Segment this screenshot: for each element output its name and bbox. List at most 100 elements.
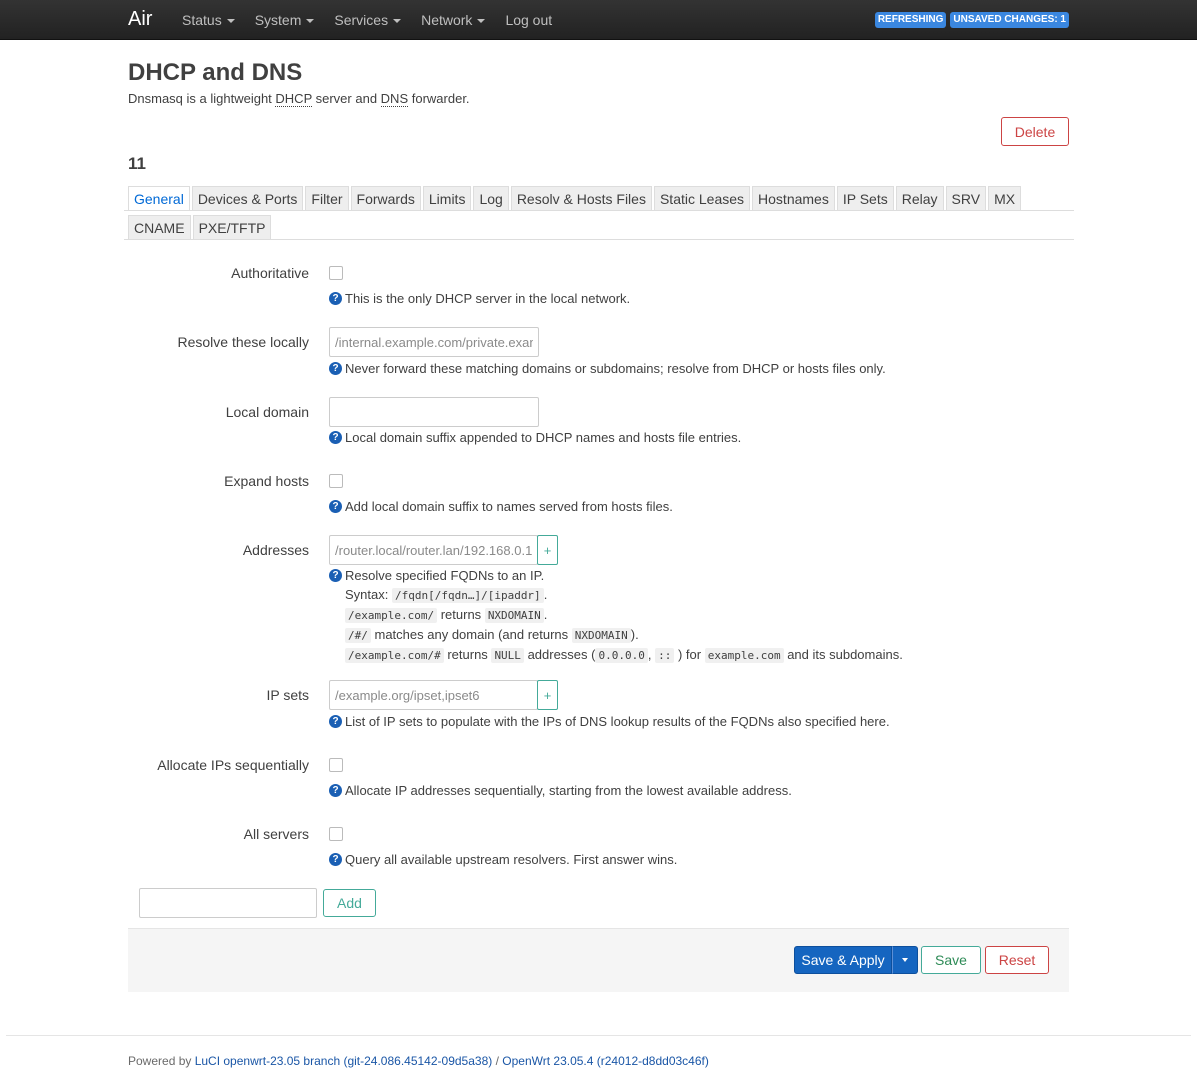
chevron-down-icon bbox=[226, 19, 235, 23]
local-domain-help: ? Local domain suffix appended to DHCP na… bbox=[329, 429, 741, 447]
help-icon: ? bbox=[329, 715, 342, 728]
desc-text: Dnsmasq is a lightweight bbox=[128, 91, 276, 106]
tab-static-leases[interactable]: Static Leases bbox=[653, 186, 751, 211]
all-servers-checkbox[interactable] bbox=[329, 827, 343, 841]
tab-hostnames[interactable]: Hostnames bbox=[752, 186, 835, 211]
tab-bar-row2: CNAME PXE/TFTP bbox=[128, 215, 272, 241]
section-title: 11 bbox=[128, 154, 146, 173]
unsaved-changes-badge[interactable]: UNSAVED CHANGES: 1 bbox=[950, 12, 1069, 28]
ipsets-input[interactable] bbox=[329, 680, 538, 710]
help-icon: ? bbox=[329, 292, 342, 305]
tab-mx[interactable]: MX bbox=[988, 186, 1022, 211]
chevron-down-icon bbox=[477, 19, 486, 23]
brand-logo[interactable]: Air bbox=[128, 6, 152, 32]
example-code: /example.com/ bbox=[345, 608, 438, 623]
help-text: Local domain suffix appended to DHCP nam… bbox=[345, 430, 742, 445]
help-text: Allocate IP addresses sequentially, star… bbox=[345, 783, 792, 798]
delete-button[interactable]: Delete bbox=[1001, 117, 1069, 146]
menu-system[interactable]: System bbox=[245, 0, 325, 40]
ipsets-add-button[interactable]: + bbox=[537, 680, 558, 710]
resolve-locally-input[interactable] bbox=[329, 327, 539, 357]
help-text: List of IP sets to populate with the IPs… bbox=[345, 714, 890, 729]
example-line: /example.com/# returns NULL addresses (0… bbox=[345, 645, 903, 665]
tab-log[interactable]: Log bbox=[473, 186, 509, 211]
addresses-help: ? Resolve specified FQDNs to an IP. bbox=[329, 567, 544, 585]
page-title: DHCP and DNS bbox=[128, 59, 303, 86]
tab-pxe-tftp[interactable]: PXE/TFTP bbox=[192, 215, 272, 240]
syntax-code: /fqdn[/fqdn…]/[ipaddr] bbox=[391, 588, 544, 603]
tab-forwards[interactable]: Forwards bbox=[350, 186, 421, 211]
syntax-label: Syntax: bbox=[345, 587, 389, 602]
ipsets-help: ? List of IP sets to populate with the IP… bbox=[329, 713, 890, 731]
expand-hosts-label: Expand hosts bbox=[224, 473, 309, 489]
all-servers-label: All servers bbox=[243, 826, 309, 842]
syntax-line: Syntax: /fqdn[/fqdn…]/[ipaddr]. bbox=[345, 585, 903, 605]
example-code: example.com bbox=[704, 648, 784, 663]
all-servers-help: ? Query all available upstream resolvers.… bbox=[329, 851, 677, 869]
footer-divider bbox=[6, 1035, 1191, 1036]
authoritative-help: ? This is the only DHCP server in the loc… bbox=[329, 290, 630, 308]
help-text: Query all available upstream resolvers. … bbox=[345, 852, 678, 867]
tab-ip-sets[interactable]: IP Sets bbox=[836, 186, 894, 211]
expand-hosts-help: ? Add local domain suffix to names served… bbox=[329, 498, 673, 516]
syntax-end: . bbox=[543, 587, 548, 602]
new-section-name-input[interactable] bbox=[139, 888, 317, 918]
sequential-ip-checkbox[interactable] bbox=[329, 758, 343, 772]
example-line: /example.com/ returns NXDOMAIN. bbox=[345, 605, 903, 625]
tab-srv[interactable]: SRV bbox=[945, 186, 987, 211]
refreshing-badge[interactable]: REFRESHING bbox=[874, 12, 947, 28]
example-text: returns bbox=[440, 607, 482, 622]
menu-services-label: Services bbox=[334, 12, 389, 28]
example-code: /#/ bbox=[345, 628, 371, 643]
status-indicators: REFRESHING UNSAVED CHANGES: 1 bbox=[874, 12, 1069, 28]
save-button[interactable]: Save bbox=[921, 946, 981, 974]
footer-text: / bbox=[492, 1054, 503, 1068]
menu-network[interactable]: Network bbox=[411, 0, 495, 40]
save-apply-button[interactable]: Save & Apply bbox=[794, 946, 892, 974]
desc-text: forwarder. bbox=[408, 91, 470, 106]
tab-bar: General Devices & Ports Filter Forwards … bbox=[128, 186, 1022, 212]
menu-status[interactable]: Status bbox=[172, 0, 245, 40]
addresses-add-button[interactable]: + bbox=[537, 535, 558, 565]
menu-status-label: Status bbox=[182, 12, 222, 28]
chevron-down-icon bbox=[902, 958, 908, 962]
openwrt-link[interactable]: OpenWrt 23.05.4 (r24012-d8dd03c46f) bbox=[502, 1054, 709, 1068]
menu-system-label: System bbox=[254, 12, 302, 28]
help-text: Never forward these matching domains or … bbox=[345, 361, 886, 376]
tab-cname[interactable]: CNAME bbox=[128, 215, 191, 240]
tab-limits[interactable]: Limits bbox=[422, 186, 472, 211]
resolve-locally-label: Resolve these locally bbox=[177, 334, 309, 350]
authoritative-label: Authoritative bbox=[231, 265, 309, 281]
example-text: returns bbox=[447, 647, 488, 662]
footer: Powered by LuCI openwrt-23.05 branch (gi… bbox=[128, 1054, 709, 1068]
example-text: addresses ( bbox=[527, 647, 596, 662]
tab-relay[interactable]: Relay bbox=[895, 186, 944, 211]
tab-filter[interactable]: Filter bbox=[305, 186, 349, 211]
abbr-dns: DNS bbox=[380, 91, 409, 107]
reset-button[interactable]: Reset bbox=[985, 946, 1049, 974]
menu-logout-label: Log out bbox=[505, 12, 553, 28]
sequential-ip-label: Allocate IPs sequentially bbox=[157, 757, 309, 773]
tab-resolv-hosts[interactable]: Resolv & Hosts Files bbox=[510, 186, 652, 211]
example-code: NXDOMAIN bbox=[571, 628, 631, 643]
local-domain-input[interactable] bbox=[329, 397, 539, 427]
tab-devices-ports[interactable]: Devices & Ports bbox=[191, 186, 304, 211]
help-text: This is the only DHCP server in the loca… bbox=[345, 291, 631, 306]
menu-network-label: Network bbox=[421, 12, 473, 28]
ipsets-label: IP sets bbox=[266, 687, 309, 703]
example-text: , bbox=[647, 647, 652, 662]
resolve-locally-help: ? Never forward these matching domains or… bbox=[329, 360, 886, 378]
example-code: :: bbox=[655, 648, 675, 663]
luci-link[interactable]: LuCI openwrt-23.05 branch (git-24.086.45… bbox=[195, 1054, 493, 1068]
example-text: and its subdomains. bbox=[787, 647, 903, 662]
addresses-input[interactable] bbox=[329, 535, 538, 565]
menu-services[interactable]: Services bbox=[324, 0, 411, 40]
add-section-button[interactable]: Add bbox=[323, 889, 376, 917]
tab-general[interactable]: General bbox=[128, 186, 190, 211]
save-apply-dropdown-button[interactable] bbox=[892, 946, 918, 974]
help-icon: ? bbox=[329, 569, 342, 582]
example-text: ). bbox=[630, 627, 639, 642]
authoritative-checkbox[interactable] bbox=[329, 266, 343, 280]
expand-hosts-checkbox[interactable] bbox=[329, 474, 343, 488]
menu-logout[interactable]: Log out bbox=[495, 0, 562, 40]
